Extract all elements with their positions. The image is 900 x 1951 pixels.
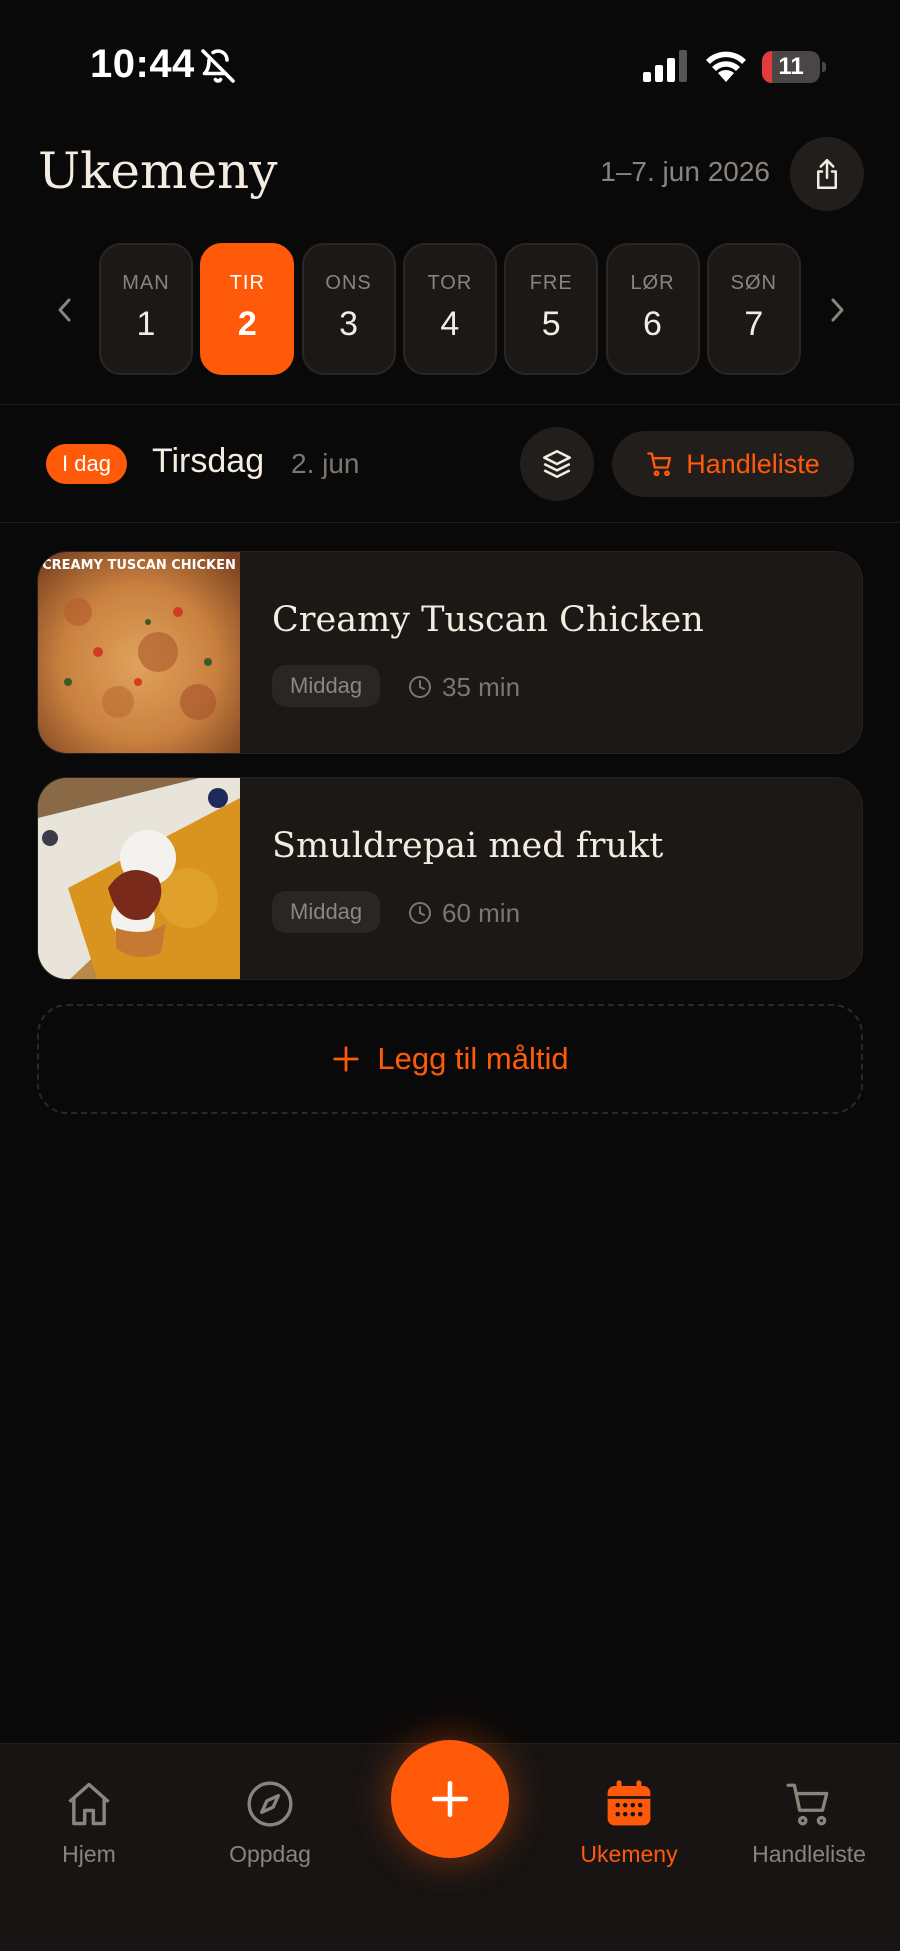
meal-duration: 60 min (408, 892, 520, 934)
meal-card[interactable]: Smuldrepai med frukt Middag 60 min (37, 777, 863, 980)
calendar-icon (607, 1780, 651, 1826)
day-name: TOR (427, 272, 473, 294)
day-number: 5 (541, 305, 561, 343)
meal-type-tag: Middag (272, 891, 381, 933)
day-tir[interactable]: TIR 2 (200, 243, 295, 375)
tab-label: Oppdag (229, 1841, 311, 1867)
day-name: FRE (529, 272, 573, 294)
selected-day-date: 2. jun (291, 448, 360, 479)
tab-label: Ukemeny (580, 1841, 678, 1867)
chevron-left-icon (58, 298, 71, 322)
day-name: TIR (229, 272, 265, 294)
bell-slash-icon (201, 49, 235, 83)
day-name: MAN (122, 272, 170, 294)
selected-day-name: Tirsdag (152, 442, 265, 480)
battery-level: 11 (778, 53, 804, 80)
meal-type-tag: Middag (272, 665, 381, 707)
status-time: 10:44 (90, 42, 195, 86)
meal-duration-text: 60 min (442, 897, 521, 928)
day-number: 6 (643, 305, 662, 343)
add-meal-button[interactable]: Legg til måltid (37, 1004, 863, 1114)
divider (0, 404, 900, 405)
tab-home[interactable]: Hjem (4, 1775, 174, 1868)
day-søn[interactable]: SØN 7 (706, 243, 801, 375)
prev-week-button[interactable] (50, 290, 80, 330)
thumb-caption: CREAMY TUSCAN CHICKEN (42, 558, 236, 573)
day-lør[interactable]: LØR 6 (605, 243, 700, 375)
day-tor[interactable]: TOR 4 (402, 243, 497, 375)
plus-icon (431, 1780, 469, 1818)
meal-image (38, 778, 240, 979)
day-name: LØR (630, 272, 675, 294)
date-range: 1–7. jun 2026 (600, 156, 770, 187)
status-bar: 10:44 11 (0, 0, 900, 120)
clock-icon (409, 676, 431, 698)
tab-weekly-menu[interactable]: Ukemeny (544, 1775, 714, 1868)
meal-duration-text: 35 min (442, 671, 521, 702)
day-number: 3 (339, 305, 359, 343)
wifi-icon (706, 51, 746, 82)
day-number: 7 (744, 305, 764, 343)
shopping-list-label: Handleliste (686, 448, 820, 479)
day-man[interactable]: MAN 1 (99, 243, 193, 375)
tab-label: Handleliste (752, 1841, 866, 1867)
day-name: ONS (325, 272, 372, 294)
plus-icon (333, 1046, 359, 1072)
signal-icon (643, 50, 687, 82)
share-icon (817, 159, 837, 189)
home-icon (68, 1782, 110, 1826)
meal-name: Smuldrepai med frukt (272, 826, 664, 866)
cart-icon (786, 1783, 829, 1826)
battery-icon: 11 (762, 51, 826, 83)
meal-card[interactable]: CREAMY TUSCAN CHICKEN Creamy Tuscan Chic… (37, 551, 863, 754)
day-number: 4 (440, 305, 460, 343)
share-button[interactable] (790, 137, 864, 211)
tab-label: Hjem (62, 1841, 116, 1867)
shopping-list-button[interactable]: Handleliste (612, 431, 854, 497)
next-week-button[interactable] (822, 290, 852, 330)
day-name: SØN (730, 272, 777, 294)
chevron-right-icon (831, 298, 844, 322)
today-badge: I dag (46, 444, 127, 484)
layers-button[interactable] (520, 427, 594, 501)
tab-shopping-list[interactable]: Handleliste (724, 1775, 894, 1868)
add-meal-label: Legg til måltid (377, 1041, 569, 1076)
clock-icon (409, 902, 431, 924)
meal-duration: 35 min (408, 666, 520, 708)
layers-icon (542, 449, 572, 479)
meal-image: CREAMY TUSCAN CHICKEN (38, 552, 240, 753)
day-ons[interactable]: ONS 3 (301, 243, 396, 375)
page-title: Ukemeny (38, 142, 278, 200)
day-fre[interactable]: FRE 5 (504, 243, 599, 375)
day-number: 1 (136, 305, 156, 343)
cart-icon (647, 452, 672, 477)
day-number: 2 (237, 305, 257, 343)
tab-discover[interactable]: Oppdag (185, 1775, 355, 1868)
compass-icon (247, 1781, 293, 1827)
divider (0, 522, 900, 523)
add-fab-button[interactable] (391, 1740, 509, 1858)
meal-name: Creamy Tuscan Chicken (272, 600, 704, 640)
